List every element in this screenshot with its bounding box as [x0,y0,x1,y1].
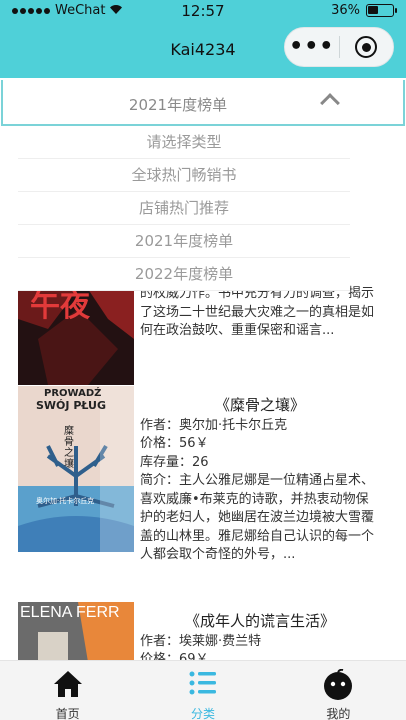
book-info: 的权威力作。书中充分有力的调查，揭示了这场二十世纪最大灾难之一的真相是如何在政治… [140,285,380,341]
option-store-recommend[interactable]: 店铺热门推荐 [18,192,350,225]
book-info: 《糜骨之壤》 作者：奥尔加·托卡尔丘克 价格：56￥ 库存量：26 简介：主人公… [140,396,380,565]
cover-line-2: SWÓJ PŁUG [36,399,107,412]
close-miniprogram-button[interactable] [339,36,393,58]
book-cover: PROWADŹ SWÓJ PŁUG 糜骨之壤 奥尔加·托卡尔丘克 [18,386,134,552]
tab-home[interactable]: 首页 [0,661,135,720]
navigation-bar: WeChat 12:57 36% Kai4234 ••• [0,0,406,78]
battery-icon [366,4,397,17]
tab-profile[interactable]: 我的 [271,661,406,720]
tab-category[interactable]: 分类 [135,661,270,720]
book-stock: 库存量：26 [140,454,209,470]
book-cover: 午夜 [18,289,134,385]
book-author: 作者：奥尔加·托卡尔丘克 [140,417,288,433]
battery-percent: 36% [331,3,360,18]
option-global-bestsellers[interactable]: 全球热门畅销书 [18,159,350,192]
book-title: 《糜骨之壤》 [214,396,305,414]
obscured-text-fragment [378,251,390,285]
list-icon [188,669,218,701]
book-cover: ELENA FERR [18,602,134,662]
home-icon [52,669,84,703]
book-price: 价格：56￥ [140,436,209,451]
option-2022-list[interactable]: 2022年度榜单 [18,258,350,291]
selected-category: 2021年度榜单 [128,96,228,114]
tab-home-label: 首页 [55,707,80,720]
option-2021-list[interactable]: 2021年度榜单 [18,225,350,258]
tab-bar: 首页 分类 我的 [0,660,406,720]
book-description: 的权威力作。书中充分有力的调查，揭示了这场二十世纪最大灾难之一的真相是如何在政治… [140,286,375,338]
option-select-type[interactable]: 请选择类型 [18,126,350,159]
tab-category-label: 分类 [190,707,215,720]
cover-title: 午夜 [30,289,90,324]
target-icon [355,36,378,58]
category-selector[interactable]: 2021年度榜单 [1,80,405,126]
book-description: 简介：主人公雅尼娜是一位精通占星术、喜欢威廉•布莱克的诗歌，并热衷动物保护的老妇… [140,473,375,562]
book-title: 《成年人的谎言生活》 [184,612,335,630]
tab-profile-label: 我的 [326,707,351,720]
cover-author-text: ELENA FERR [20,604,120,621]
profile-icon [322,668,354,705]
status-bar: WeChat 12:57 36% [0,0,406,22]
book-author: 作者：埃莱娜·费兰特 [140,633,262,649]
cover-cn-title: 糜骨之壤 [64,426,74,470]
cover-cn-author: 奥尔加·托卡尔丘克 [36,497,95,505]
miniprogram-capsule: ••• [284,27,394,67]
category-options: 请选择类型 全球热门畅销书 店铺热门推荐 2021年度榜单 2022年度榜单 [18,126,350,291]
cover-line-1: PROWADŹ [44,388,102,399]
more-icon[interactable]: ••• [285,27,339,67]
